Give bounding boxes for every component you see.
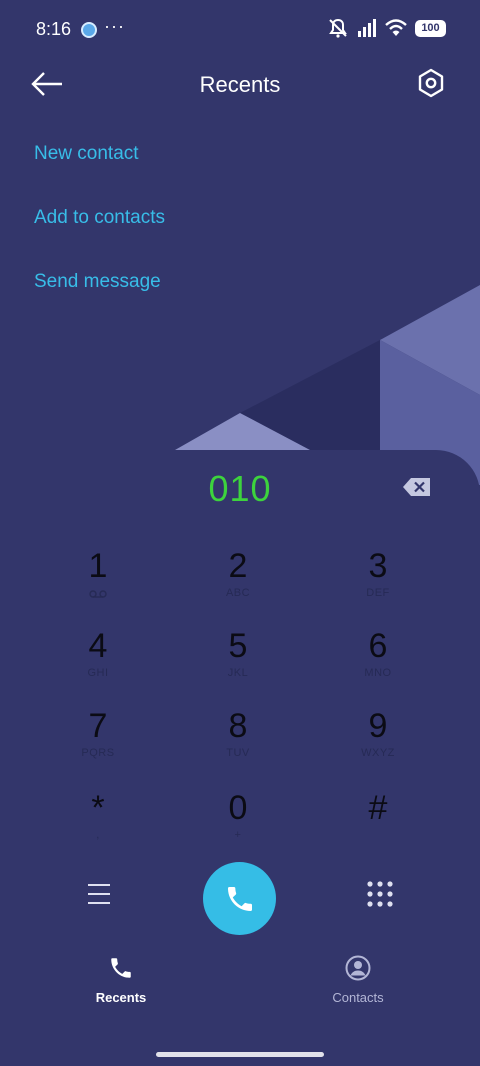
status-time: 8:16 [36, 19, 72, 39]
key-hash[interactable]: # [318, 789, 438, 859]
tab-contacts[interactable]: Contacts [278, 955, 438, 1005]
mute-icon [329, 18, 347, 38]
signal-icon [358, 19, 376, 37]
key-0[interactable]: 0 + [178, 789, 298, 859]
status-bar: 8:16 ··· 100 [0, 0, 480, 60]
key-digit: 9 [368, 707, 388, 745]
tab-label: Recents [95, 990, 147, 1005]
status-more-indicator: ··· [104, 16, 125, 36]
key-letters: GHI [87, 667, 109, 679]
battery-icon: 100 [415, 19, 446, 37]
key-letters: TUV [226, 747, 250, 759]
tab-recents[interactable]: Recents [41, 955, 201, 1005]
dialpad-icon[interactable] [366, 880, 394, 908]
bottom-navigation: Recents Contacts [0, 955, 480, 1025]
menu-icon[interactable] [84, 882, 114, 906]
status-icons: 100 [327, 18, 446, 38]
key-3[interactable]: 3 DEF [318, 547, 438, 617]
wifi-icon [385, 19, 407, 36]
key-digit: 1 [88, 547, 108, 585]
key-digit: 6 [368, 627, 388, 665]
app-notification-icon [81, 22, 97, 38]
key-digit: 0 [228, 789, 248, 827]
page-title: Recents [199, 72, 281, 97]
key-digit: * [91, 789, 105, 827]
key-digit: 5 [228, 627, 248, 665]
key-letters: MNO [364, 667, 392, 679]
phone-icon [227, 886, 252, 911]
key-letters: ABC [225, 587, 251, 599]
key-digit: 2 [228, 547, 248, 585]
key-digit: 8 [228, 707, 248, 745]
key-letters: , [96, 829, 100, 841]
tab-label: Contacts [332, 990, 384, 1005]
voicemail-icon [89, 590, 107, 598]
key-letters: PQRS [81, 747, 115, 759]
phone-icon [111, 958, 131, 978]
key-7[interactable]: 7 PQRS [38, 707, 158, 777]
key-5[interactable]: 5 JKL [178, 627, 298, 697]
contact-person-icon [345, 955, 371, 981]
key-9[interactable]: 9 WXYZ [318, 707, 438, 777]
key-digit: 3 [368, 547, 388, 585]
settings-icon[interactable] [416, 68, 446, 98]
home-indicator[interactable] [156, 1052, 324, 1057]
key-letters: JKL [227, 667, 249, 679]
call-button[interactable] [203, 862, 276, 935]
key-letters: DEF [366, 587, 390, 599]
key-8[interactable]: 8 TUV [178, 707, 298, 777]
key-digit: 7 [88, 707, 108, 745]
key-6[interactable]: 6 MNO [318, 627, 438, 697]
key-4[interactable]: 4 GHI [38, 627, 158, 697]
key-digit: 4 [88, 627, 108, 665]
top-app-bar: Recents [0, 60, 480, 110]
add-to-contacts-link[interactable]: Add to contacts [34, 207, 165, 229]
key-digit: # [368, 789, 388, 827]
key-1[interactable]: 1 [38, 547, 158, 617]
backspace-icon[interactable] [402, 476, 432, 498]
key-letters: + [234, 829, 242, 841]
key-letters: WXYZ [361, 747, 395, 759]
key-2[interactable]: 2 ABC [178, 547, 298, 617]
key-star[interactable]: * , [38, 789, 158, 859]
new-contact-link[interactable]: New contact [34, 143, 139, 165]
